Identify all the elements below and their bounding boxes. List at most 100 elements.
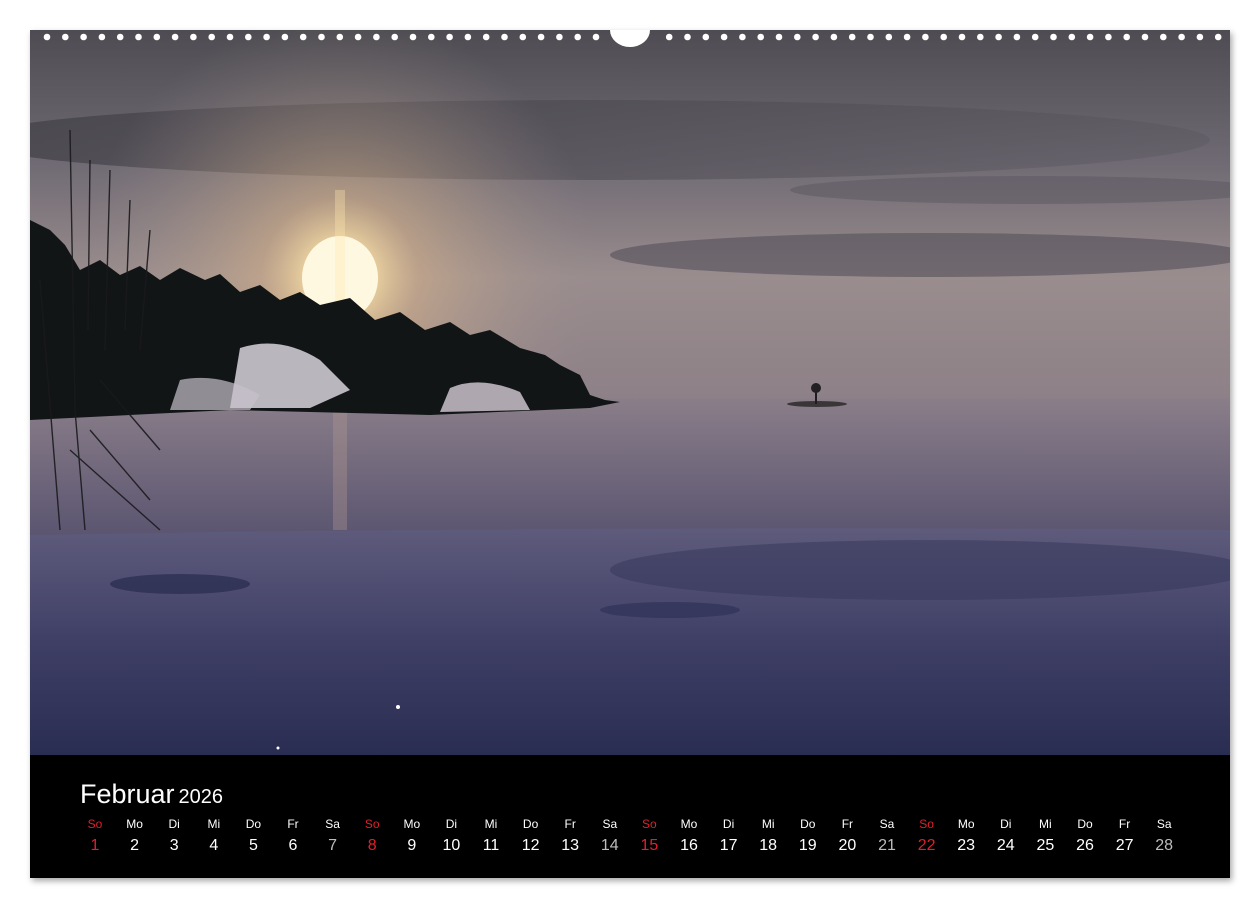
- weekday-label: Do: [1077, 817, 1093, 831]
- weekday-label: Do: [800, 817, 816, 831]
- binding-hole: [867, 33, 874, 41]
- binding-hole: [556, 33, 563, 41]
- day-number: 28: [1155, 837, 1174, 854]
- weekday-label: Di: [445, 817, 458, 831]
- binding-hole: [995, 33, 1002, 41]
- weekday-label: Mo: [957, 817, 975, 831]
- hanger-notch: [610, 30, 650, 47]
- binding-hole: [208, 33, 215, 41]
- binding-hole: [98, 33, 106, 41]
- binding-hole: [482, 33, 490, 41]
- binding-hole: [1068, 33, 1076, 41]
- weekday-label: Fr: [287, 817, 299, 831]
- binding-hole: [830, 33, 838, 41]
- day-number: 26: [1076, 837, 1094, 854]
- weekday-label: Sa: [602, 817, 618, 831]
- year-label: 2026: [178, 786, 224, 808]
- day-number: 8: [367, 837, 377, 854]
- binding-hole: [812, 33, 819, 41]
- binding-hole: [1141, 33, 1149, 41]
- weekday-label: So: [642, 817, 657, 831]
- binding-hole: [135, 33, 142, 41]
- binding-hole: [684, 33, 691, 41]
- month-name: Februar: [80, 779, 175, 809]
- calendar-page: Februar 2026 So 1 Mo 2 Di 3 Mi 4 Do 5 Fr 6 Sa 7 So 8 Mo 9 D…: [30, 30, 1230, 878]
- binding-hole: [519, 33, 527, 41]
- binding-hole: [116, 33, 124, 41]
- binding-hole: [336, 33, 344, 41]
- binding-hole: [80, 33, 87, 41]
- binding-hole: [1214, 33, 1222, 41]
- weekday-label: Do: [245, 817, 262, 831]
- weekday-label: Sa: [879, 817, 895, 831]
- weekday-label: Mi: [207, 817, 221, 831]
- binding-hole: [281, 33, 289, 41]
- weekday-label: Mi: [1039, 817, 1052, 831]
- binding-hole: [537, 33, 545, 41]
- day-number: 16: [680, 837, 698, 854]
- binding-hole: [1031, 33, 1039, 41]
- day-number: 13: [561, 837, 580, 854]
- binding-hole: [226, 33, 234, 41]
- binding-hole: [739, 33, 746, 41]
- day-number: 20: [838, 837, 857, 854]
- day-number: 14: [600, 837, 619, 854]
- binding-hole: [446, 33, 453, 41]
- day-number: 27: [1115, 837, 1134, 854]
- binding-hole: [464, 33, 472, 41]
- binding-hole: [958, 33, 966, 41]
- day-number: 3: [169, 837, 179, 854]
- binding-hole: [1178, 33, 1185, 41]
- binding-hole: [1160, 33, 1167, 41]
- month-title: Februar 2026: [80, 779, 223, 810]
- binding-hole: [190, 33, 197, 41]
- binding-hole: [299, 33, 307, 41]
- weekday-label: Mi: [484, 817, 498, 831]
- weekday-label: Di: [168, 817, 180, 831]
- weekday-label: Di: [1000, 817, 1012, 831]
- binding-hole: [428, 33, 435, 41]
- binding-hole: [153, 33, 161, 41]
- binding-hole: [665, 33, 673, 41]
- day-number: 1: [90, 837, 100, 854]
- calendar-band: Februar 2026 So 1 Mo 2 Di 3 Mi 4 Do 5 Fr 6 Sa 7 So 8 Mo 9 D…: [30, 755, 1230, 878]
- binding-hole: [354, 33, 362, 41]
- day-number: 2: [130, 837, 140, 854]
- binding-hole: [43, 33, 51, 41]
- day-number: 23: [957, 837, 976, 854]
- binding-hole: [1013, 33, 1021, 41]
- weekday-label: Sa: [1156, 817, 1172, 831]
- binding-hole: [391, 33, 399, 41]
- day-number: 12: [521, 837, 540, 854]
- day-number: 4: [209, 837, 219, 854]
- day-number: 9: [407, 837, 417, 854]
- day-number: 17: [719, 837, 738, 854]
- binding-hole: [903, 33, 911, 41]
- weekday-label: Mo: [680, 817, 698, 831]
- binding-hole: [501, 33, 508, 41]
- binding-hole: [592, 33, 600, 41]
- binding-hole: [62, 33, 69, 41]
- weekday-label: Mo: [403, 817, 421, 831]
- binding-hole: [574, 33, 581, 41]
- day-number: 11: [482, 837, 500, 854]
- binding-hole: [373, 33, 380, 41]
- day-number: 7: [328, 837, 338, 854]
- binding-hole: [922, 33, 929, 41]
- ring-binding: [30, 30, 1230, 47]
- weekday-label: Mi: [761, 817, 775, 831]
- binding-hole: [702, 33, 710, 41]
- weekday-label: So: [919, 817, 934, 831]
- binding-hole: [171, 33, 179, 41]
- binding-hole: [318, 33, 325, 41]
- binding-hole: [775, 33, 783, 41]
- day-grid: So 1 Mo 2 Di 3 Mi 4 Do 5 Fr 6 Sa 7 So 8 Mo 9 Di 10 Mi 11 Do 12 F…: [75, 817, 1225, 867]
- binding-hole: [977, 33, 984, 41]
- binding-hole: [848, 33, 856, 41]
- weekday-label: Fr: [564, 817, 576, 831]
- day-number: 10: [442, 837, 461, 854]
- day-number: 21: [878, 837, 896, 854]
- weekday-label: Fr: [841, 817, 854, 831]
- binding-hole: [409, 33, 417, 41]
- binding-hole: [794, 33, 801, 41]
